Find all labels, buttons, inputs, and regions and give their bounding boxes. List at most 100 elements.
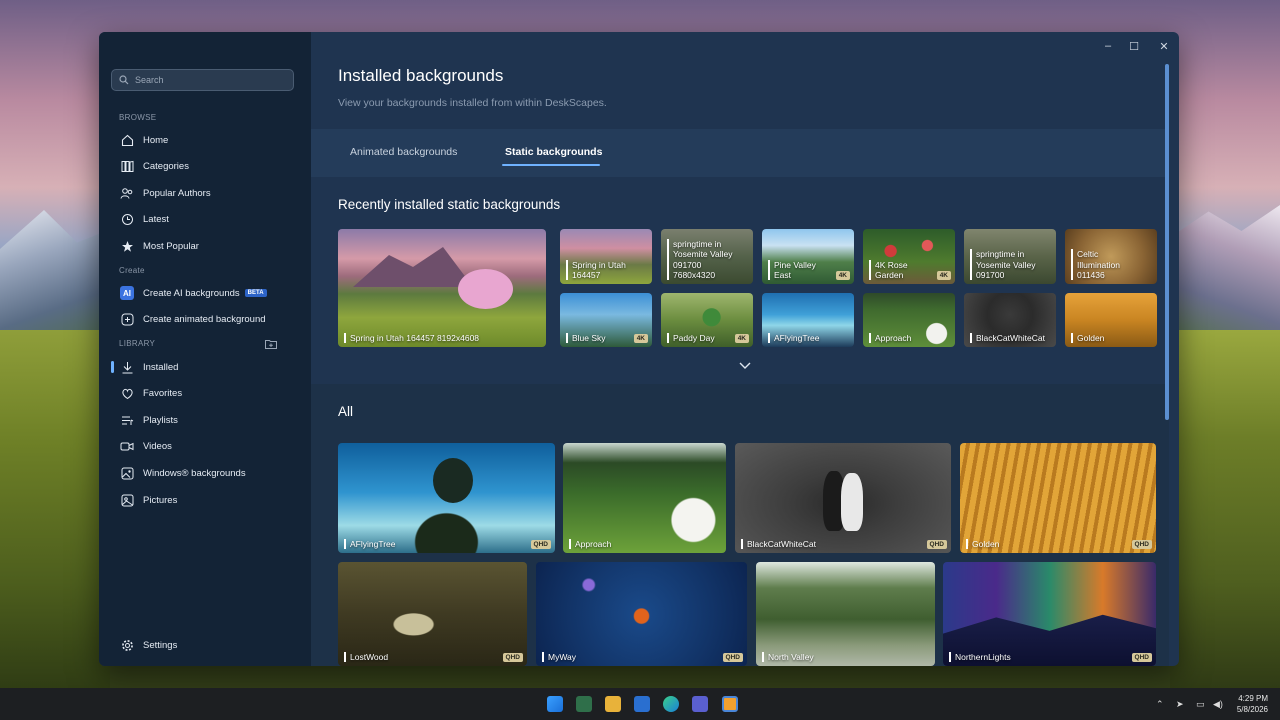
sidebar-item-create-ai[interactable]: AI Create AI backgrounds BETA [111, 282, 301, 304]
recent-thumbnail[interactable]: 4K Rose Garden 4K [863, 229, 955, 284]
teams-icon[interactable] [692, 696, 708, 712]
create-section-label: Create [119, 266, 145, 275]
playlist-icon [120, 413, 134, 427]
all-section-title: All [338, 404, 354, 419]
plus-box-icon [120, 312, 134, 326]
settings-label: Settings [143, 639, 178, 651]
background-card[interactable]: MyWay QHD [536, 562, 747, 666]
background-card[interactable]: North Valley [756, 562, 935, 666]
sidebar-item-installed[interactable]: Installed [111, 356, 301, 378]
gear-icon [120, 638, 134, 652]
background-card[interactable]: Approach [563, 443, 726, 553]
clock[interactable]: 4:29 PM 5/8/2026 [1237, 693, 1268, 715]
background-card[interactable]: Golden QHD [960, 443, 1156, 553]
sidebar-item-favorites[interactable]: Favorites [111, 382, 301, 404]
sidebar-item-label: Create animated background [143, 313, 266, 325]
authors-icon [120, 186, 134, 200]
resolution-badge: QHD [1131, 540, 1152, 549]
scrollbar[interactable] [1165, 64, 1169, 420]
sidebar-item-label: Create AI backgrounds [143, 287, 240, 299]
sidebar-item-create-animated[interactable]: Create animated background [111, 308, 301, 330]
sidebar-item-most-popular[interactable]: Most Popular [111, 235, 301, 257]
background-card[interactable]: BlackCatWhiteCat QHD [735, 443, 951, 553]
card-label: AFlyingTree [344, 538, 396, 549]
page-title: Installed backgrounds [338, 66, 504, 85]
desktop-wallpaper-mountain-right [1170, 205, 1280, 335]
recent-thumbnail[interactable]: springtime in Yosemite Valley 091700 [964, 229, 1056, 284]
recent-thumbnail[interactable]: Blue Sky 4K [560, 293, 652, 347]
recent-thumbnail[interactable]: BlackCatWhiteCat [964, 293, 1056, 347]
tree-canopy [433, 458, 473, 503]
background-card[interactable]: LostWood QHD [338, 562, 527, 666]
active-tab-indicator [502, 164, 600, 166]
recent-thumbnail[interactable]: springtime in Yosemite Valley 091700 768… [661, 229, 753, 284]
thumbnail-label: springtime in Yosemite Valley 091700 768… [667, 239, 733, 280]
recent-thumbnail[interactable]: Golden [1065, 293, 1157, 347]
recent-thumbnail[interactable]: Pine Valley East 4K [762, 229, 854, 284]
card-label: Golden [966, 538, 999, 549]
edge-icon[interactable] [663, 696, 679, 712]
minimize-button[interactable]: – [1101, 40, 1115, 52]
tab-static-backgrounds[interactable]: Static backgrounds [505, 146, 602, 158]
thumbnail-label: Pine Valley East [768, 259, 816, 280]
sidebar-item-popular-authors[interactable]: Popular Authors [111, 182, 301, 204]
sidebar-item-label: Videos [143, 440, 172, 452]
monitor-icon[interactable]: ▭ [1196, 699, 1205, 710]
recent-thumbnail[interactable]: AFlyingTree [762, 293, 854, 347]
featured-thumbnail[interactable]: Spring in Utah 164457 8192x4608 [338, 229, 546, 347]
card-label: Approach [569, 538, 611, 549]
background-card[interactable]: AFlyingTree QHD [338, 443, 555, 553]
tabs-bar: Animated backgrounds Static backgrounds [311, 129, 1169, 177]
heart-icon [120, 386, 134, 400]
deskscapes-icon[interactable] [722, 696, 738, 712]
file-explorer-icon[interactable] [605, 696, 621, 712]
sidebar-item-label: Playlists [143, 414, 178, 426]
recent-thumbnail[interactable]: Spring in Utah 164457 [560, 229, 652, 284]
recent-section-title: Recently installed static backgrounds [338, 197, 561, 212]
volume-icon[interactable]: ◀) [1213, 699, 1223, 710]
sidebar-item-label: Home [143, 134, 169, 146]
send-icon[interactable]: ➤ [1176, 699, 1184, 710]
chevron-down-icon[interactable] [739, 362, 751, 370]
sidebar-item-latest[interactable]: Latest [111, 208, 301, 230]
close-button[interactable]: ✕ [1157, 40, 1171, 53]
ai-icon: AI [120, 286, 134, 300]
main-content: – ☐ ✕ Installed backgrounds View your ba… [311, 32, 1179, 666]
card-label: NorthernLights [949, 651, 1011, 662]
sidebar: Search BROWSE Home Categories Popular Au… [99, 32, 311, 666]
white-cat-shape [841, 473, 863, 531]
folder-icon[interactable] [265, 339, 277, 349]
sidebar-item-playlists[interactable]: Playlists [111, 409, 301, 431]
library-section-label: LIBRARY [119, 339, 156, 348]
tab-animated-backgrounds[interactable]: Animated backgrounds [350, 146, 457, 158]
mail-icon[interactable] [634, 696, 650, 712]
sidebar-item-categories[interactable]: Categories [111, 155, 301, 177]
start-icon[interactable] [547, 696, 563, 712]
download-icon [120, 360, 134, 374]
maximize-button[interactable]: ☐ [1127, 40, 1141, 53]
page-subtitle: View your backgrounds installed from wit… [338, 97, 607, 109]
clock-time: 4:29 PM [1238, 694, 1268, 703]
home-icon [120, 133, 134, 147]
thumbnail-label: Celtic Illumination 011436 [1071, 249, 1120, 280]
sidebar-item-windows-backgrounds[interactable]: Windows® backgrounds [111, 462, 301, 484]
sidebar-item-pictures[interactable]: Pictures [111, 489, 301, 511]
resolution-badge: 4K [835, 271, 850, 280]
sidebar-item-home[interactable]: Home [111, 129, 301, 151]
sidebar-item-label: Pictures [143, 494, 178, 506]
settings-button[interactable]: Settings [111, 634, 301, 656]
app-icon[interactable] [576, 696, 592, 712]
sidebar-item-label: Most Popular [143, 240, 199, 252]
recent-thumbnail[interactable]: Celtic Illumination 011436 [1065, 229, 1157, 284]
chevron-up-icon[interactable]: ⌃ [1156, 699, 1164, 710]
recent-thumbnail[interactable]: Paddy Day 4K [661, 293, 753, 347]
sidebar-item-label: Categories [143, 160, 189, 172]
thumbnail-label: Approach [869, 332, 911, 343]
sidebar-item-videos[interactable]: Videos [111, 435, 301, 457]
search-input[interactable]: Search [111, 69, 294, 91]
latest-icon [120, 212, 134, 226]
background-card[interactable]: NorthernLights QHD [943, 562, 1156, 666]
thumbnail-label: Golden [1071, 332, 1104, 343]
thumbnail-label: AFlyingTree [768, 332, 820, 343]
recent-thumbnail[interactable]: Approach [863, 293, 955, 347]
